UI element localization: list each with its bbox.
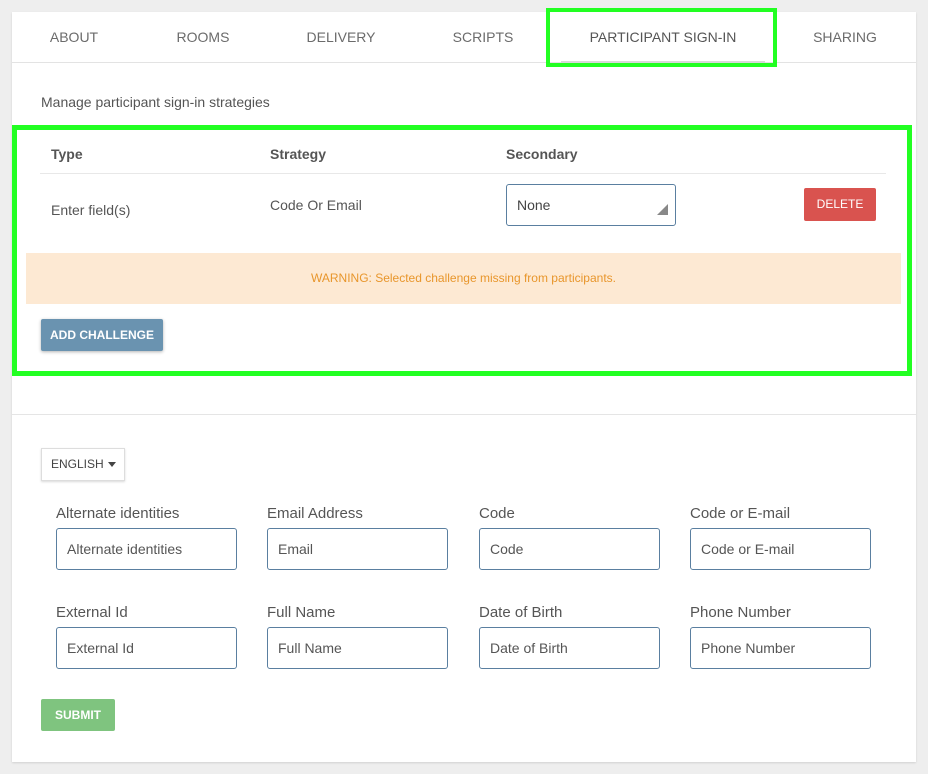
alternate-identities-label: Alternate identities [56, 505, 180, 522]
external-id-input[interactable] [56, 627, 237, 669]
table-row-divider [40, 173, 886, 174]
tab-bar: About Rooms Delivery Scripts Participant… [12, 12, 916, 63]
code-input[interactable] [479, 528, 660, 570]
section-subtitle: Manage participant sign-in strategies [41, 94, 270, 110]
phone-number-label: Phone Number [690, 604, 791, 621]
full-name-input[interactable] [267, 627, 448, 669]
code-or-email-label: Code or E-mail [690, 505, 791, 522]
date-of-birth-label: Date of Birth [479, 604, 563, 621]
tab-sharing[interactable]: Sharing [800, 12, 890, 62]
secondary-select[interactable]: None [506, 184, 676, 226]
tab-scripts[interactable]: Scripts [438, 12, 528, 62]
email-address-label: Email Address [267, 505, 363, 522]
row-type: Enter field(s) [51, 202, 131, 218]
date-of-birth-input[interactable] [479, 627, 660, 669]
full-name-label: Full Name [267, 604, 336, 621]
dropdown-arrow-icon [657, 204, 668, 215]
alternate-identities-input[interactable] [56, 528, 237, 570]
language-label: ENGLISH [51, 457, 104, 471]
column-header-secondary: Secondary [506, 146, 578, 162]
tab-about[interactable]: About [34, 12, 114, 62]
add-challenge-button[interactable]: ADD CHALLENGE [41, 319, 163, 351]
column-header-type: Type [51, 146, 83, 162]
secondary-select-value: None [517, 197, 551, 213]
code-or-email-input[interactable] [690, 528, 871, 570]
tab-delivery[interactable]: Delivery [296, 12, 386, 62]
tab-participant-sign-in[interactable]: Participant Sign-In [553, 12, 773, 63]
phone-number-input[interactable] [690, 627, 871, 669]
column-header-strategy: Strategy [270, 146, 327, 162]
warning-banner: WARNING: Selected challenge missing from… [26, 253, 901, 304]
language-dropdown[interactable]: ENGLISH [41, 448, 125, 481]
submit-button[interactable]: SUBMIT [41, 699, 115, 731]
email-input[interactable] [267, 528, 448, 570]
external-id-label: External Id [56, 604, 128, 621]
section-divider [12, 414, 916, 415]
caret-down-icon [107, 462, 116, 468]
row-strategy: Code Or Email [270, 197, 362, 213]
tab-rooms[interactable]: Rooms [158, 12, 248, 62]
delete-button[interactable]: DELETE [804, 188, 876, 221]
code-label: Code [479, 505, 515, 522]
